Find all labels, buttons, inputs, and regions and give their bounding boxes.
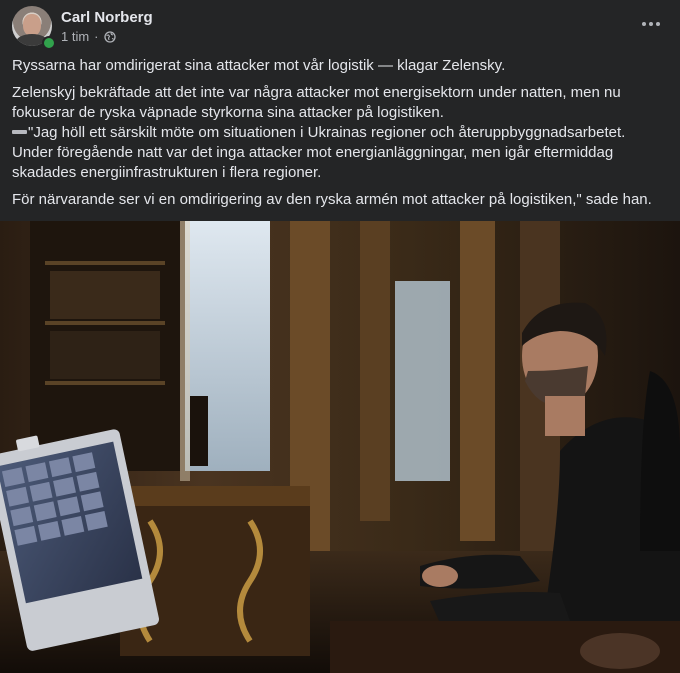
post-photo[interactable]	[0, 221, 680, 673]
post-sentence: Zelenskyj bekräftade att det inte var nå…	[12, 84, 621, 121]
author-name[interactable]: Carl Norberg	[61, 9, 153, 26]
post-paragraph: Zelenskyj bekräftade att det inte var nå…	[12, 83, 662, 183]
meta-separator: ·	[94, 29, 99, 44]
post-paragraph: Ryssarna har omdirigerat sina attacker m…	[12, 57, 506, 74]
avatar-face	[23, 14, 41, 36]
post-time[interactable]: 1 tim	[61, 29, 89, 44]
more-horizontal-icon	[642, 22, 646, 26]
online-status-indicator	[42, 36, 56, 50]
globe-icon[interactable]	[103, 30, 116, 43]
more-horizontal-icon	[649, 22, 653, 26]
post-meta: 1 tim ·	[61, 29, 116, 44]
more-horizontal-icon	[656, 22, 660, 26]
post-text: Ryssarna har omdirigerat sina attacker m…	[12, 56, 662, 217]
post-paragraph: För närvarande ser vi en omdirigering av…	[12, 191, 652, 208]
post-quote: "Jag höll ett särskilt möte om situation…	[12, 124, 626, 181]
photo-illustration	[0, 221, 680, 673]
minus-emoji-icon	[12, 130, 27, 135]
post-header: Carl Norberg 1 tim ·	[0, 0, 680, 50]
more-options-button[interactable]	[636, 10, 666, 38]
facebook-post: Carl Norberg 1 tim · Ryssarna har omdiri…	[0, 0, 680, 673]
